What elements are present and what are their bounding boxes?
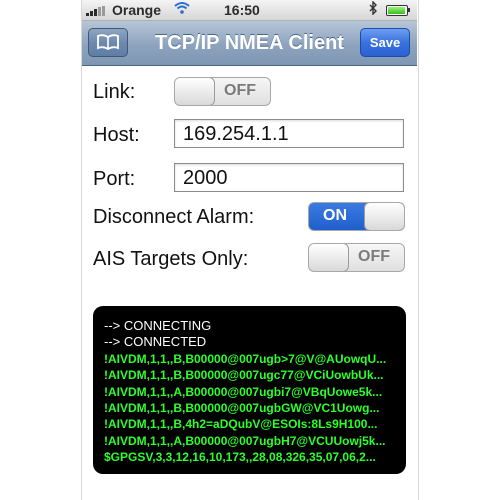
right-edge: [418, 0, 419, 500]
disconnect-alarm-toggle[interactable]: ON: [308, 202, 405, 231]
disconnect-alarm-label: Disconnect Alarm:: [93, 206, 255, 228]
link-toggle-state: OFF: [224, 82, 256, 99]
status-bar: Orange 16:50: [82, 0, 417, 21]
link-label: Link:: [93, 81, 136, 103]
disconnect-alarm-toggle-state: ON: [323, 207, 347, 224]
signal-strength-icon: [86, 6, 110, 16]
port-field[interactable]: 2000: [174, 163, 404, 192]
console-line: --> CONNECTING: [104, 318, 212, 333]
console-line: --> CONNECTED: [104, 334, 207, 350]
link-toggle[interactable]: OFF: [174, 77, 271, 106]
ais-targets-only-toggle-state: OFF: [358, 248, 390, 265]
navigation-bar: TCP/IP NMEA Client Save: [82, 21, 417, 66]
bookmarks-button[interactable]: [88, 28, 128, 57]
host-field[interactable]: 169.254.1.1: [174, 119, 404, 148]
console-line: !AIVDM,1,1,,A,B00000@007ugbi7@VBqUowe5k.…: [104, 384, 383, 399]
battery-level: [388, 7, 405, 14]
ais-targets-only-toggle[interactable]: OFF: [308, 243, 405, 272]
console-line: $GPGSV,3,3,12,16,10,173,,28,08,326,35,07…: [104, 450, 376, 465]
book-icon: [97, 34, 119, 50]
console-line: !AIVDM,1,1,,B,B00000@007ugc77@VCiUowbUk.…: [104, 368, 384, 383]
battery-icon: [386, 5, 408, 16]
console-line: !AIVDM,1,1,,B,4h2=aDQubV@ESOIs:8Ls9H100.…: [104, 417, 378, 432]
host-label: Host:: [93, 124, 140, 146]
carrier-name: Orange: [112, 2, 162, 18]
bluetooth-icon: [368, 0, 378, 18]
page-title: TCP/IP NMEA Client: [155, 32, 344, 54]
console-line: !AIVDM,1,1,,A,B00000@007ugbH7@VCUUowj5k.…: [104, 433, 386, 448]
nmea-console[interactable]: --> CONNECTING --> CONNECTED !AIVDM,1,1,…: [93, 306, 406, 474]
console-line: !AIVDM,1,1,,B,B00000@007ugb>7@V@AUowqU..…: [104, 351, 387, 366]
battery-tip: [408, 8, 410, 12]
phone-screen: Orange 16:50 TCP/IP NMEA Client Save Lin…: [82, 0, 417, 500]
ais-targets-only-label: AIS Targets Only:: [93, 248, 249, 270]
save-button[interactable]: Save: [360, 28, 410, 57]
link-toggle-knob: [175, 78, 215, 105]
port-label: Port:: [93, 168, 136, 190]
ais-targets-only-toggle-knob: [309, 244, 349, 271]
disconnect-alarm-toggle-knob: [364, 203, 404, 230]
status-time: 16:50: [224, 2, 260, 18]
wifi-icon: [174, 1, 190, 18]
console-line: !AIVDM,1,1,,B,B00000@007ugbGW@VC1Uowg...: [104, 401, 380, 416]
